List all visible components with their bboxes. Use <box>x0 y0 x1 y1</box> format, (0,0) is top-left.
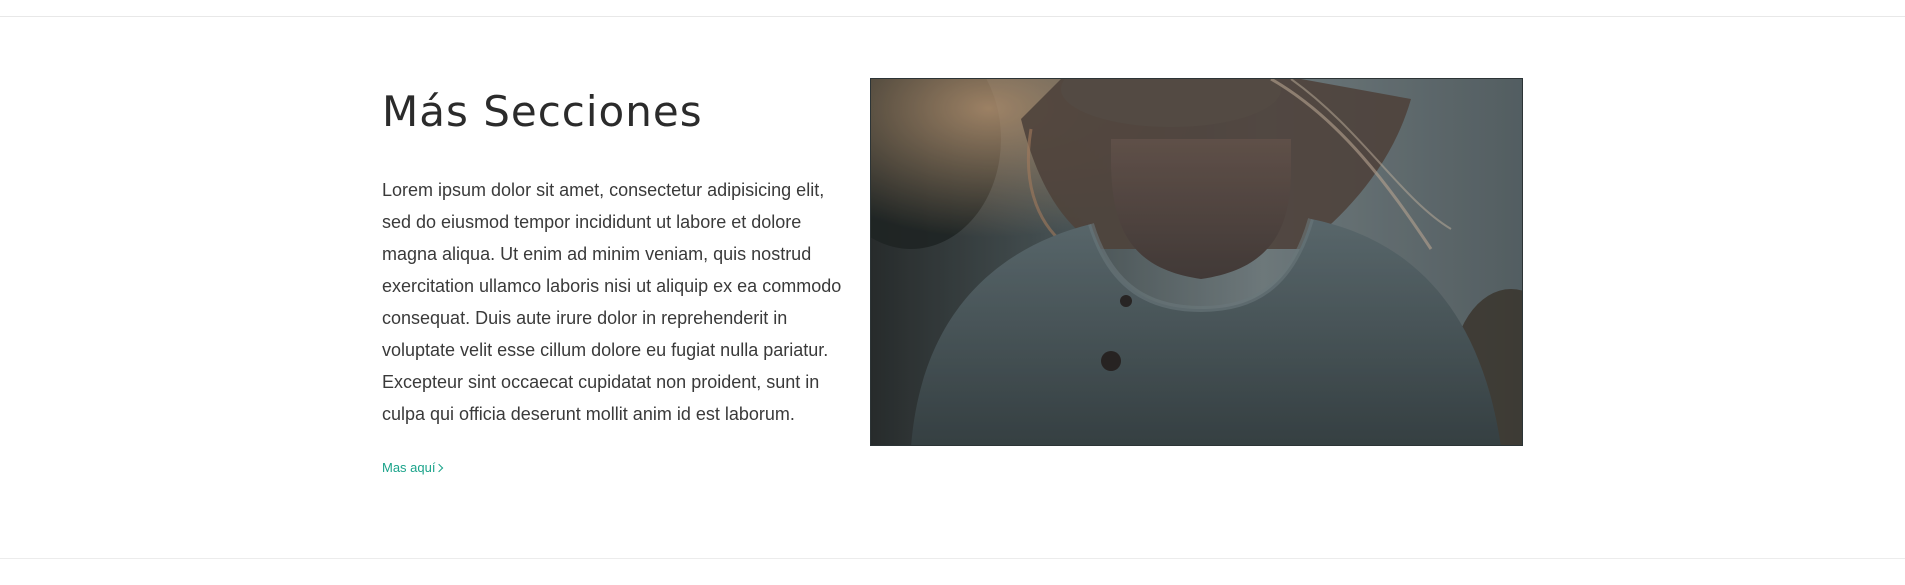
more-link[interactable]: Mas aquí <box>382 460 444 475</box>
section-photo <box>870 78 1523 446</box>
bottom-divider <box>0 558 1905 559</box>
photo-illustration <box>871 79 1522 445</box>
top-divider <box>0 16 1905 17</box>
section-title: Más Secciones <box>382 87 703 136</box>
section-body: Lorem ipsum dolor sit amet, consectetur … <box>382 180 842 424</box>
text-column: Más Secciones Lorem ipsum dolor sit amet… <box>382 78 842 477</box>
chevron-right-icon <box>435 463 444 473</box>
more-sections: Más Secciones Lorem ipsum dolor sit amet… <box>382 78 1524 478</box>
more-link-label: Mas aquí <box>382 460 436 475</box>
